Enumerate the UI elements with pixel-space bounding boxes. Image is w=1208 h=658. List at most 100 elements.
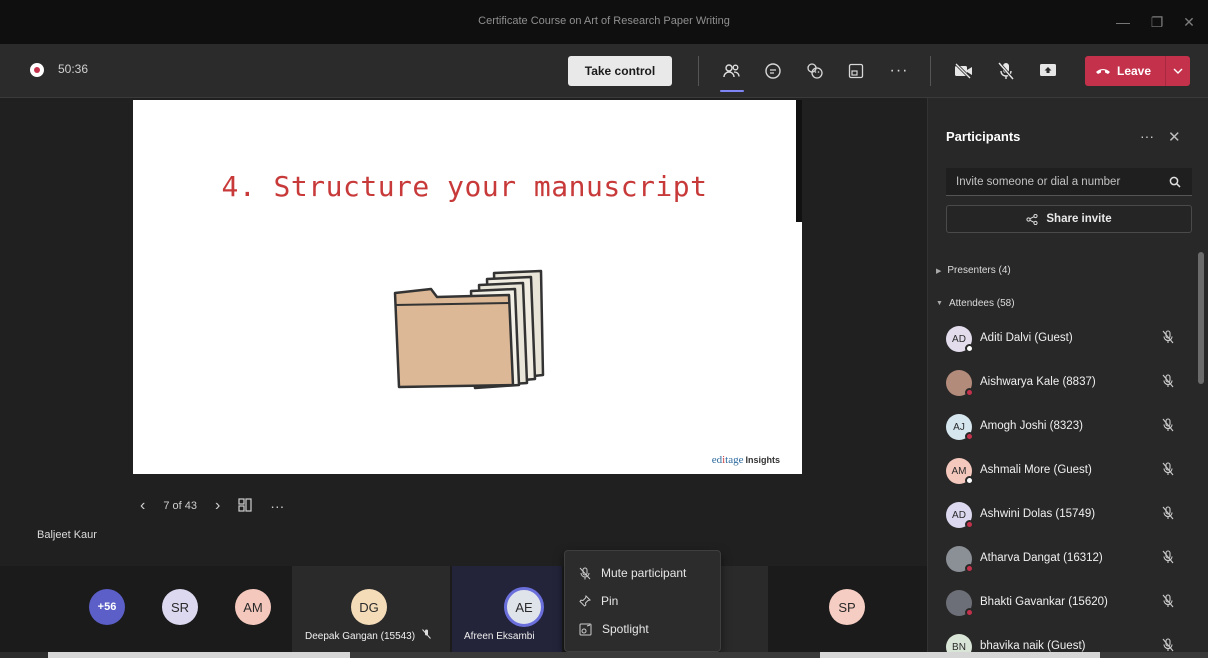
mute-participant-menu-item[interactable]: Mute participant [579,562,686,584]
next-slide-icon[interactable]: › [215,497,220,515]
participant-name: Amogh Joshi (8323) [980,420,1083,432]
mic-off-icon [1162,506,1174,525]
presenter-name: Baljeet Kaur [37,529,97,541]
participant-name: Ashmali More (Guest) [980,464,1092,476]
spotlight-icon [579,623,592,635]
participant-row[interactable]: AD Aditi Dalvi (Guest) [946,324,1186,354]
status-badge [965,608,974,617]
chevron-down-icon [1173,68,1183,74]
status-badge [965,432,974,441]
panel-more-icon[interactable]: ··· [1140,128,1154,144]
search-icon[interactable] [1169,175,1181,193]
chevron-down-icon: ▼ [936,300,943,307]
participants-panel: Participants ··· ✕ Share invite ▶ Presen… [927,98,1208,652]
panel-scrollbar[interactable] [1198,252,1204,384]
avatar[interactable]: AM [235,589,271,625]
leave-label: Leave [1117,64,1152,78]
taskbar-segment [0,652,48,658]
slide-navigation: ‹ 7 of 43 › ··· [140,494,284,518]
participant-row[interactable]: Aishwarya Kale (8837) [946,368,1186,398]
slide-more-icon[interactable]: ··· [270,498,284,514]
participant-name: Bhakti Gavankar (15620) [980,596,1108,608]
mic-off-icon [1162,418,1174,437]
share-screen-icon[interactable] [1032,56,1064,86]
participant-row[interactable]: Bhakti Gavankar (15620) [946,588,1186,618]
participant-context-menu: Mute participant Pin Spotlight [564,550,721,652]
participant-row[interactable]: AM Ashmali More (Guest) [946,456,1186,486]
participant-row[interactable]: AJ Amogh Joshi (8323) [946,412,1186,442]
toolbar-divider [698,56,699,86]
slide-edge [796,100,802,222]
spotlight-menu-item[interactable]: Spotlight [579,618,649,640]
mic-off-icon [1162,550,1174,569]
participant-name: Ashwini Dolas (15749) [980,508,1096,520]
participant-strip: +56 SR AM DG Deepak Gangan (15543) AE Af… [0,566,927,652]
participant-tile-name: Afreen Eksambi [464,631,535,642]
recording-icon [30,63,44,77]
share-invite-button[interactable]: Share invite [946,205,1192,233]
reactions-icon[interactable] [799,56,831,86]
minimize-button[interactable]: — [1110,10,1136,34]
editage-insights-logo: editage Insights [711,454,780,466]
phone-hangup-icon [1096,69,1110,74]
chevron-right-icon: ▶ [936,267,942,275]
toolbar-divider [930,56,931,86]
presenters-section-header[interactable]: ▶ Presenters (4) [936,265,1011,276]
mic-off-icon [1162,374,1174,393]
avatar[interactable]: SP [829,589,865,625]
camera-off-icon[interactable] [948,56,980,86]
pin-menu-item[interactable]: Pin [579,590,618,612]
taskbar-segment [350,652,820,658]
panel-title: Participants [946,129,1021,144]
participant-tile[interactable]: DG Deepak Gangan (15543) [292,566,450,652]
mic-off-icon [1162,638,1174,652]
slide-grid-icon[interactable] [238,497,252,515]
participant-row[interactable]: Atharva Dangat (16312) [946,544,1186,574]
previous-slide-icon[interactable]: ‹ [140,497,145,515]
close-window-button[interactable]: ✕ [1176,10,1202,34]
avatar: AD [946,502,974,529]
avatar: DG [351,589,387,625]
invite-search-input[interactable] [946,168,1192,196]
meeting-timer: 50:36 [58,62,89,76]
avatar[interactable]: SR [162,589,198,625]
status-badge [965,476,974,485]
status-badge [965,388,974,397]
maximize-button[interactable]: ❐ [1144,10,1170,34]
avatar: BN [946,634,972,652]
window-title: Certificate Course on Art of Research Pa… [478,15,730,27]
status-badge [965,520,974,529]
leave-main[interactable]: Leave [1085,56,1165,86]
breakout-rooms-icon[interactable] [840,56,872,86]
overflow-participants-button[interactable]: +56 [89,589,125,625]
avatar: AM [946,458,974,485]
mic-off-icon[interactable] [990,56,1022,86]
presentation-slide: 4. Structure your manuscript editage Insi… [133,100,796,474]
status-badge [965,564,974,573]
participants-icon[interactable] [716,56,748,92]
participant-tile-name: Deepak Gangan (15543) [305,629,431,642]
os-taskbar [0,652,1208,658]
title-bar: Certificate Course on Art of Research Pa… [0,0,1208,44]
close-icon[interactable]: ✕ [1168,128,1181,146]
slide-title: 4. Structure your manuscript [221,170,708,203]
mic-off-icon [1162,594,1174,613]
more-actions-icon[interactable]: ··· [883,56,915,86]
participant-name: bhavika naik (Guest) [980,640,1086,652]
pin-icon [579,595,591,607]
folder-illustration [393,269,545,390]
mic-off-icon [1162,462,1174,481]
participant-row[interactable]: AD Ashwini Dolas (15749) [946,500,1186,530]
participant-tile[interactable]: AE Afreen Eksambi [452,566,562,652]
status-badge [965,344,974,353]
leave-button[interactable]: Leave [1085,56,1190,86]
participant-row[interactable]: BN bhavika naik (Guest) [946,632,1186,652]
avatar [946,590,974,617]
participant-tile[interactable] [720,566,768,652]
take-control-button[interactable]: Take control [568,56,672,86]
avatar: AE [504,587,544,627]
leave-options-button[interactable] [1165,56,1190,86]
attendees-section-header[interactable]: ▼ Attendees (58) [936,298,1015,309]
chat-icon[interactable] [757,56,789,86]
participant-name: Atharva Dangat (16312) [980,552,1103,564]
